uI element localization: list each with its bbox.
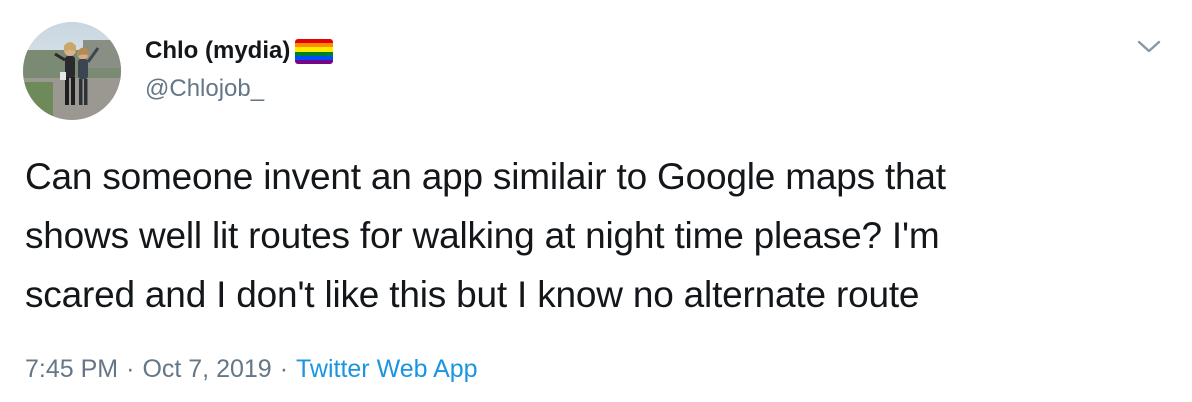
tweet-card: Chlo (mydia) @Chlojob_ Can someone inven…	[0, 0, 1192, 402]
tweet-date[interactable]: Oct 7, 2019	[142, 355, 271, 383]
tweet-meta: 7:45 PM · Oct 7, 2019 · Twitter Web App	[25, 353, 478, 385]
display-name[interactable]: Chlo (mydia)	[145, 36, 290, 66]
tweet-menu-button[interactable]	[1136, 37, 1162, 57]
rainbow-flag-icon	[295, 39, 334, 64]
chevron-down-icon	[1137, 40, 1161, 53]
author-handle[interactable]: @Chlojob_	[145, 74, 264, 104]
tweet-time[interactable]: 7:45 PM	[25, 355, 118, 383]
flag-stripe	[295, 59, 334, 64]
meta-separator: ·	[126, 355, 135, 383]
avatar-photo	[23, 22, 121, 120]
tweet-text: Can someone invent an app similair to Go…	[25, 147, 1165, 324]
tweet-text-line: scared and I don't like this but I know …	[25, 274, 920, 315]
tweet-text-line: Can someone invent an app similair to Go…	[25, 156, 946, 197]
author-name-row[interactable]: Chlo (mydia)	[145, 36, 334, 66]
tweet-source-link[interactable]: Twitter Web App	[296, 355, 478, 383]
tweet-text-line: shows well lit routes for walking at nig…	[25, 215, 940, 256]
avatar[interactable]	[23, 22, 121, 120]
meta-separator: ·	[279, 355, 289, 383]
